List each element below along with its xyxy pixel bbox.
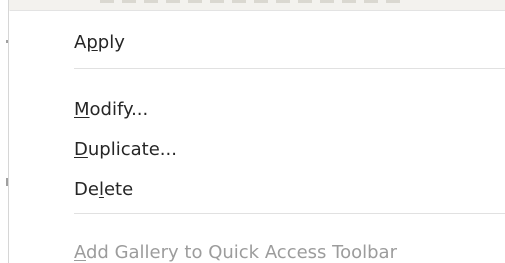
border-mark xyxy=(6,40,8,43)
menu-item-delete[interactable]: Delete xyxy=(10,169,505,209)
menu-item-label: Apply xyxy=(74,31,125,53)
menu-item-label: Delete xyxy=(74,178,134,200)
menu-item-apply[interactable]: Apply xyxy=(10,22,505,62)
menu-item-duplicate[interactable]: Duplicate... xyxy=(10,129,505,169)
context-menu: Apply Modify... Duplicate... Delete Add … xyxy=(10,10,505,263)
menu-item-label: Add Gallery to Quick Access Toolbar xyxy=(74,241,397,263)
menu-item-label: Modify... xyxy=(74,98,149,120)
menu-item-modify[interactable]: Modify... xyxy=(10,89,505,129)
menu-item-add-gallery-to-quick-access-toolbar[interactable]: Add Gallery to Quick Access Toolbar xyxy=(10,232,505,263)
screen: Apply Modify... Duplicate... Delete Add … xyxy=(0,0,505,263)
menu-separator xyxy=(74,68,505,69)
window-left-border xyxy=(0,0,9,263)
menu-separator xyxy=(74,213,505,214)
backdrop-text-fragment xyxy=(100,0,400,3)
border-mark xyxy=(6,178,8,186)
menu-item-label: Duplicate... xyxy=(74,138,177,160)
